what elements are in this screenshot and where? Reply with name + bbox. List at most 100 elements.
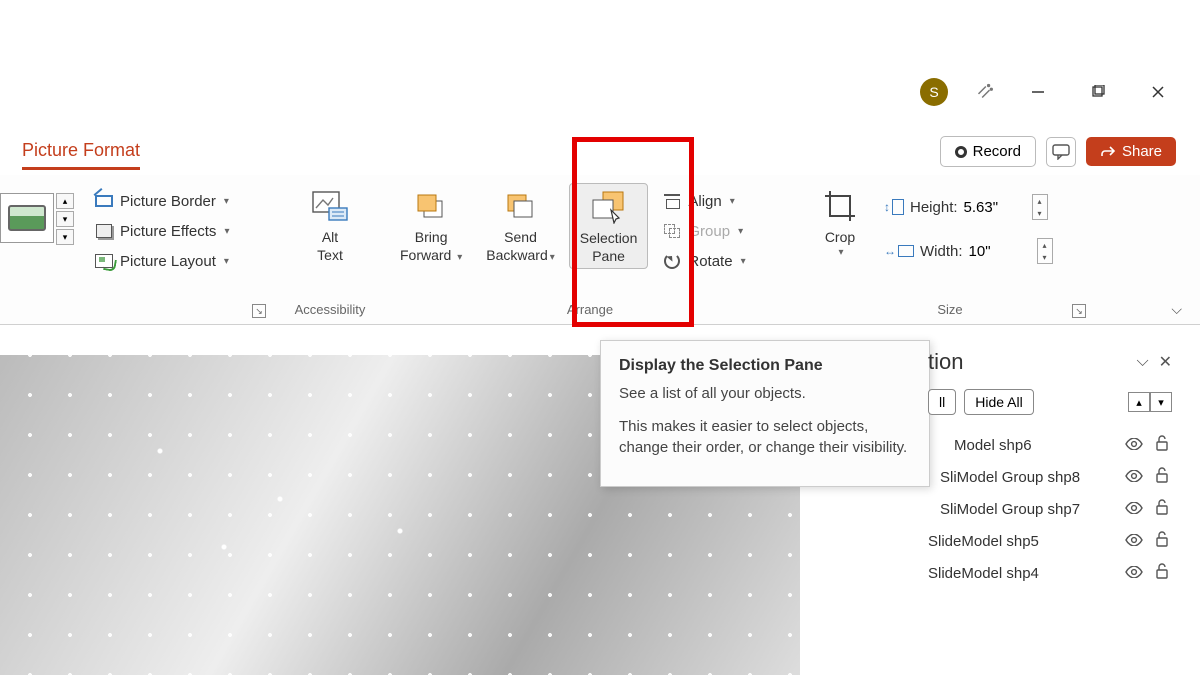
selection-item-label: Model shp6 xyxy=(954,437,1032,454)
group-label-accessibility: Accessibility xyxy=(290,300,370,320)
group-accessibility: Alt Text Accessibility xyxy=(280,175,380,324)
alt-text-icon xyxy=(310,187,350,225)
styles-scroll-down[interactable]: ▾ xyxy=(56,211,74,227)
picture-border-icon xyxy=(94,192,114,210)
tooltip-line2: This makes it easier to select objects, … xyxy=(619,416,911,458)
chevron-down-icon: ▾ xyxy=(738,226,743,237)
selection-pane-close[interactable]: ✕ xyxy=(1159,352,1172,372)
group-arrange: Bring Forward ▾ Send Backward▾ Selection… xyxy=(380,175,800,324)
selection-item-label: SliModel Group shp8 xyxy=(940,469,1080,486)
size-launcher[interactable]: ↘ xyxy=(1072,304,1086,318)
selection-item[interactable]: SliModel Group shp7 xyxy=(920,493,1180,525)
selection-item[interactable]: SliModel Group shp8 xyxy=(920,461,1180,493)
align-icon xyxy=(662,192,682,210)
close-button[interactable] xyxy=(1140,78,1176,106)
rotate-button[interactable]: Rotate▾ xyxy=(658,249,749,273)
send-backward-icon xyxy=(501,187,541,225)
selection-pane-dropdown[interactable]: ⌵ xyxy=(1136,353,1148,371)
selection-item-label: SlideModel shp4 xyxy=(928,565,1039,582)
picture-layout-button[interactable]: Picture Layout▾ xyxy=(90,249,233,273)
chevron-down-icon: ▾ xyxy=(730,196,735,207)
width-control: ↔ Width: ▴▾ xyxy=(884,235,1053,267)
alt-text-button[interactable]: Alt Text xyxy=(300,183,360,267)
tooltip-title: Display the Selection Pane xyxy=(619,357,911,375)
selection-item-label: SlideModel shp5 xyxy=(928,533,1039,550)
selection-item-label: SliModel Group shp7 xyxy=(940,501,1080,518)
styles-launcher[interactable]: ↘ xyxy=(252,304,266,318)
titlebar: S xyxy=(920,78,1176,106)
rotate-icon xyxy=(662,252,682,270)
bring-forward-button[interactable]: Bring Forward ▾ xyxy=(390,183,472,267)
comments-button[interactable] xyxy=(1046,137,1076,167)
chevron-down-icon: ▾ xyxy=(838,247,843,258)
picture-border-button[interactable]: Picture Border▾ xyxy=(90,189,233,213)
visibility-toggle[interactable] xyxy=(1124,501,1144,518)
width-spinner[interactable]: ▴▾ xyxy=(1037,238,1053,264)
share-icon xyxy=(1100,144,1116,160)
maximize-button[interactable] xyxy=(1080,78,1116,106)
move-down-button[interactable]: ▾ xyxy=(1150,392,1172,412)
record-button[interactable]: Record xyxy=(940,136,1036,167)
picture-layout-icon xyxy=(94,252,114,270)
selection-item[interactable]: SlideModel shp5 xyxy=(920,525,1180,557)
picture-effects-button[interactable]: Picture Effects▾ xyxy=(90,219,233,243)
selection-item[interactable]: Model shp6 xyxy=(920,429,1180,461)
header-actions: Record Share xyxy=(940,136,1176,167)
lock-toggle[interactable] xyxy=(1152,499,1172,519)
lock-toggle[interactable] xyxy=(1152,435,1172,455)
lock-toggle[interactable] xyxy=(1152,531,1172,551)
selection-pane-icon xyxy=(589,188,629,226)
styles-more[interactable]: ▾ xyxy=(56,229,74,245)
collapse-ribbon-button[interactable]: ⌵ xyxy=(1171,301,1182,318)
group-label-styles: ↘ xyxy=(90,300,270,320)
tooltip-selection-pane: Display the Selection Pane See a list of… xyxy=(600,340,930,487)
picture-style-thumb[interactable] xyxy=(0,193,54,243)
hide-all-button[interactable]: Hide All xyxy=(964,389,1033,415)
ribbon: ▴ ▾ ▾ Picture Border▾ Picture Effects▾ P… xyxy=(0,175,1200,325)
height-spinner[interactable]: ▴▾ xyxy=(1032,194,1048,220)
visibility-toggle[interactable] xyxy=(1124,533,1144,550)
chevron-down-icon: ▾ xyxy=(224,226,229,237)
selection-pane-button[interactable]: Selection Pane xyxy=(569,183,649,269)
width-icon: ↔ xyxy=(884,244,914,258)
visibility-toggle[interactable] xyxy=(1124,437,1144,454)
width-input[interactable] xyxy=(969,237,1031,265)
lock-toggle[interactable] xyxy=(1152,563,1172,583)
chevron-down-icon: ▾ xyxy=(457,252,462,263)
visibility-toggle[interactable] xyxy=(1124,469,1144,486)
send-backward-button[interactable]: Send Backward▾ xyxy=(476,183,565,267)
group-size: Crop ▾ ↕ Height: ▴▾ ↔ Width: ▴▾ Size xyxy=(800,175,1100,324)
chevron-down-icon: ▾ xyxy=(550,252,555,263)
selection-pane: tion ⌵ ✕ ll Hide All ▴ ▾ Model shp6 SliMo… xyxy=(920,345,1180,593)
visibility-toggle[interactable] xyxy=(1124,565,1144,582)
group-label-arrange: Arrange xyxy=(390,300,790,320)
height-input[interactable] xyxy=(964,193,1026,221)
selection-item[interactable]: SlideModel shp4 xyxy=(920,557,1180,589)
coming-soon-icon[interactable] xyxy=(972,80,996,104)
chevron-down-icon: ▾ xyxy=(741,256,746,267)
crop-icon xyxy=(820,187,860,225)
lock-toggle[interactable] xyxy=(1152,467,1172,487)
share-label: Share xyxy=(1122,143,1162,160)
group-picture-styles: ▴ ▾ ▾ xyxy=(0,175,80,324)
user-avatar[interactable]: S xyxy=(920,78,948,106)
styles-scroll-up[interactable]: ▴ xyxy=(56,193,74,209)
selection-list: Model shp6 SliModel Group shp8 SliModel Gr… xyxy=(920,425,1180,593)
minimize-button[interactable] xyxy=(1020,78,1056,106)
share-button[interactable]: Share xyxy=(1086,137,1176,166)
tab-picture-format[interactable]: Picture Format xyxy=(22,140,140,170)
group-icon xyxy=(662,222,682,240)
group-button: Group▾ xyxy=(658,219,749,243)
chevron-down-icon: ▾ xyxy=(224,256,229,267)
selection-pane-title: tion xyxy=(928,349,963,375)
align-button[interactable]: Align▾ xyxy=(658,189,749,213)
picture-effects-icon xyxy=(94,222,114,240)
ribbon-tabs: Picture Format xyxy=(22,140,140,170)
group-label-size: Size ↘ xyxy=(810,300,1090,320)
tooltip-line1: See a list of all your objects. xyxy=(619,383,911,404)
crop-button[interactable]: Crop ▾ xyxy=(810,183,870,262)
height-icon: ↕ xyxy=(884,199,904,215)
show-all-button[interactable]: ll xyxy=(928,389,956,415)
record-label: Record xyxy=(973,143,1021,160)
move-up-button[interactable]: ▴ xyxy=(1128,392,1150,412)
